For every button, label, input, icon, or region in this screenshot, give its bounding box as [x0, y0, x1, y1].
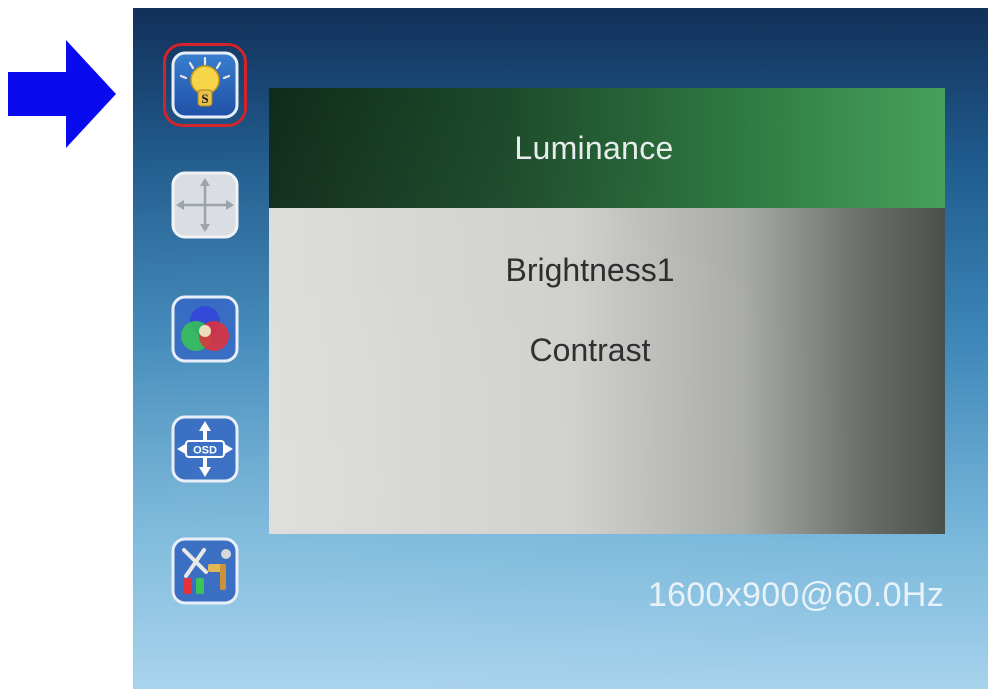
osd-position-menu-button[interactable]: OSD [170, 414, 240, 484]
menu-item-brightness[interactable]: Brightness1 [269, 252, 945, 289]
osd-menu: S OSD Luminance Brightness1 Contrast 160… [133, 8, 988, 689]
tools-menu-button[interactable] [170, 536, 240, 606]
color-setting-icon [171, 295, 239, 363]
image-position-menu-button[interactable] [170, 170, 240, 240]
osd-position-icon: OSD [171, 415, 239, 483]
screenshot: S OSD Luminance Brightness1 Contrast 160… [0, 0, 988, 689]
panel-title: Luminance [514, 129, 674, 166]
image-position-icon [171, 171, 239, 239]
luminance-bulb-icon: S [171, 51, 239, 119]
luminance-menu-button[interactable]: S [163, 43, 247, 127]
osd-badge: OSD [193, 445, 217, 457]
panel-body: Brightness1 Contrast [269, 208, 945, 534]
color-setting-menu-button[interactable] [170, 294, 240, 364]
right-arrow-icon [8, 40, 116, 148]
panel-header: Luminance [269, 88, 945, 208]
resolution-readout: 1600x900@60.0Hz [647, 576, 944, 614]
luminance-badge: S [201, 91, 208, 106]
menu-item-contrast[interactable]: Contrast [269, 332, 945, 369]
tools-icon [171, 537, 239, 605]
